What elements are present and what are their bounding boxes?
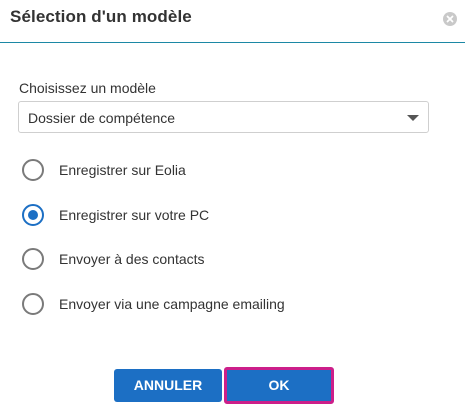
caret-down-icon xyxy=(407,115,419,121)
cancel-button[interactable]: ANNULER xyxy=(114,369,222,402)
dialog-header: Sélection d'un modèle xyxy=(0,0,465,43)
radio-save-eolia[interactable] xyxy=(22,159,44,181)
ok-button[interactable]: OK xyxy=(224,367,334,404)
dialog-title: Sélection d'un modèle xyxy=(10,7,192,26)
close-icon[interactable] xyxy=(443,12,457,26)
option-label: Envoyer via une campagne emailing xyxy=(59,296,285,312)
radio-send-emailing[interactable] xyxy=(22,293,44,315)
template-field-label: Choisissez un modèle xyxy=(19,80,156,96)
option-label: Enregistrer sur votre PC xyxy=(59,207,210,223)
model-selection-dialog: Sélection d'un modèle Choisissez un modè… xyxy=(0,0,465,414)
radio-send-contacts[interactable] xyxy=(22,248,44,270)
template-select-value: Dossier de compétence xyxy=(28,110,176,126)
option-label: Envoyer à des contacts xyxy=(59,251,205,267)
option-label: Enregistrer sur Eolia xyxy=(59,162,186,178)
template-select[interactable]: Dossier de compétence xyxy=(18,101,429,133)
radio-save-pc[interactable] xyxy=(22,204,44,226)
